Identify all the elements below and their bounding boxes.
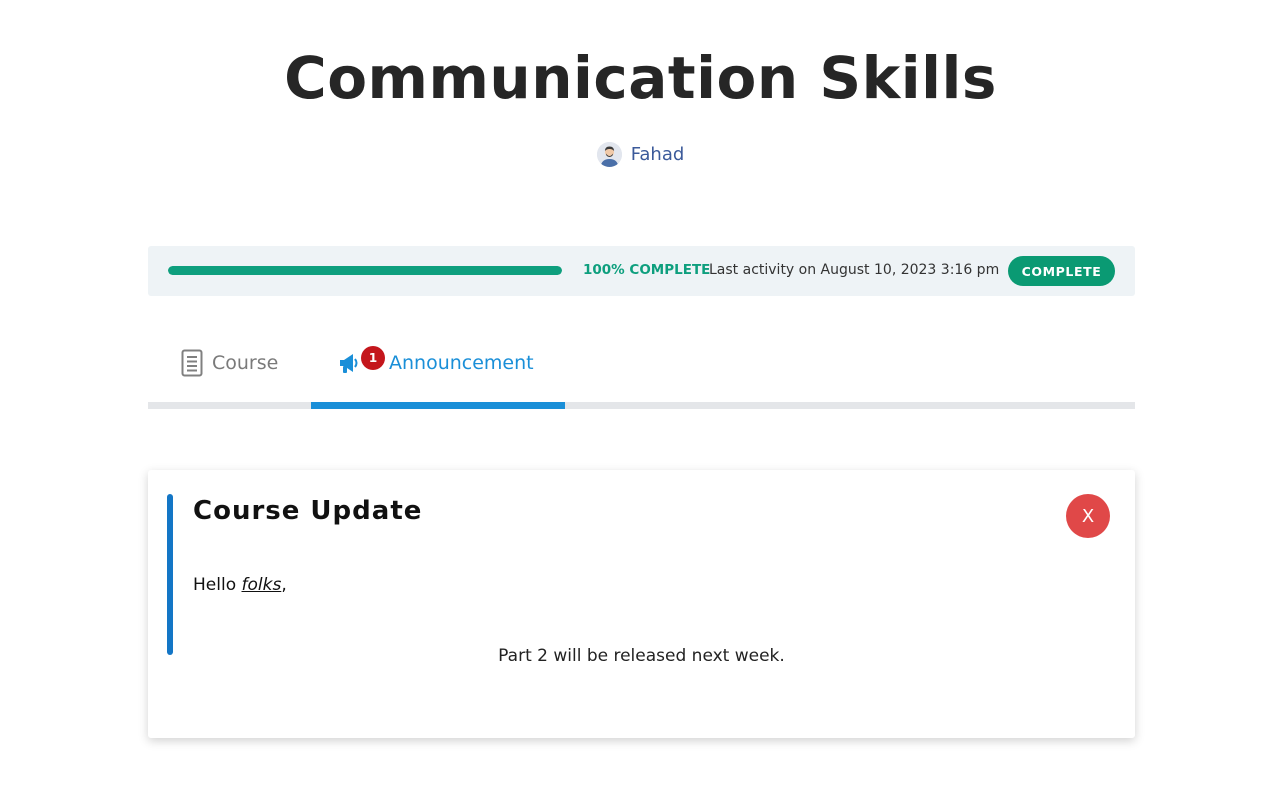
greeting-name: folks [241,575,282,595]
announcement-count-badge: 1 [361,346,385,370]
announcement-card: Course Update X Hello folks, Part 2 will… [148,470,1135,738]
document-icon [181,349,203,377]
progress-fill [168,266,562,275]
tab-course[interactable]: Course [181,348,278,378]
tab-announcement-label: Announcement [389,352,534,374]
tab-announcement[interactable]: 1 Announcement [339,346,534,378]
card-accent-bar [167,494,173,655]
last-activity: Last activity on August 10, 2023 3:16 pm [709,262,1000,278]
tab-active-indicator [311,402,565,409]
tab-course-label: Course [212,352,279,374]
status-badge: COMPLETE [1008,256,1115,286]
progress-panel: 100% COMPLETE Last activity on August 10… [148,246,1135,296]
progress-percent: 100% COMPLETE [583,262,711,278]
page-title: Communication Skills [284,44,997,112]
tab-bar: Course 1 Announcement [148,330,1135,410]
announcement-title: Course Update [193,496,423,526]
greeting-suffix: , [281,575,287,595]
close-button[interactable]: X [1066,494,1110,538]
greeting-prefix: Hello [193,575,242,595]
announcement-body: Part 2 will be released next week. [498,646,785,666]
megaphone-icon: 1 [339,346,385,374]
progress-bar [168,266,562,275]
author-info[interactable]: Fahad [0,142,1281,167]
tab-underline [148,402,1135,409]
avatar-icon [596,142,622,167]
announcement-greeting: Hello folks, [193,575,287,595]
author-name[interactable]: Fahad [631,144,685,165]
